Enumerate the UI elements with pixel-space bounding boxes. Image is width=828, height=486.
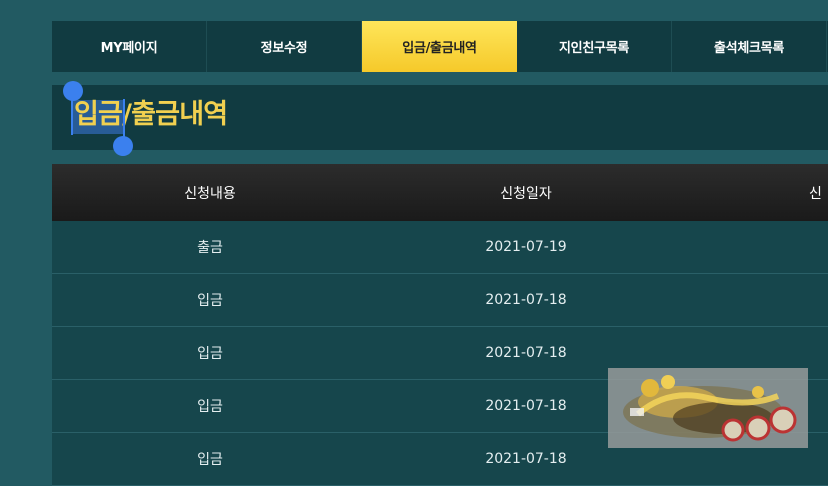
column-header-type: 신청내용	[184, 185, 236, 202]
tab-deposit-withdrawal[interactable]: 입금/출금내역	[362, 21, 517, 72]
column-header-date: 신청일자	[500, 185, 552, 202]
selection-start-handle[interactable]	[63, 81, 83, 101]
column-header-third: 신	[809, 185, 822, 202]
table-row: 출금 2021-07-19	[52, 221, 828, 274]
top-nav-tabs: MY페이지 정보수정 입금/출금내역 지인친구목록 출석체크목록	[52, 21, 828, 72]
cell-date: 2021-07-19	[485, 239, 567, 255]
page-title: 입금/출금내역	[74, 99, 228, 130]
table-row: 입금 2021-07-18	[52, 274, 828, 327]
cell-date: 2021-07-18	[485, 292, 567, 308]
cell-type: 입금	[197, 399, 223, 415]
table-header: 신청내용 신청일자 신	[52, 164, 828, 221]
page-title-bar: 입금/출금내역	[52, 81, 828, 156]
tab-mypage[interactable]: MY페이지	[52, 21, 207, 72]
watermark-logo	[608, 368, 808, 448]
cell-type: 출금	[197, 240, 223, 256]
cell-type: 입금	[197, 346, 223, 362]
tab-edit-info[interactable]: 정보수정	[207, 21, 362, 72]
selection-end-handle[interactable]	[113, 136, 133, 156]
cell-type: 입금	[197, 452, 223, 468]
tab-attendance-list[interactable]: 출석체크목록	[672, 21, 827, 72]
watermark-logo-icon	[623, 375, 797, 442]
tab-friend-list[interactable]: 지인친구목록	[517, 21, 672, 72]
cell-type: 입금	[197, 293, 223, 309]
